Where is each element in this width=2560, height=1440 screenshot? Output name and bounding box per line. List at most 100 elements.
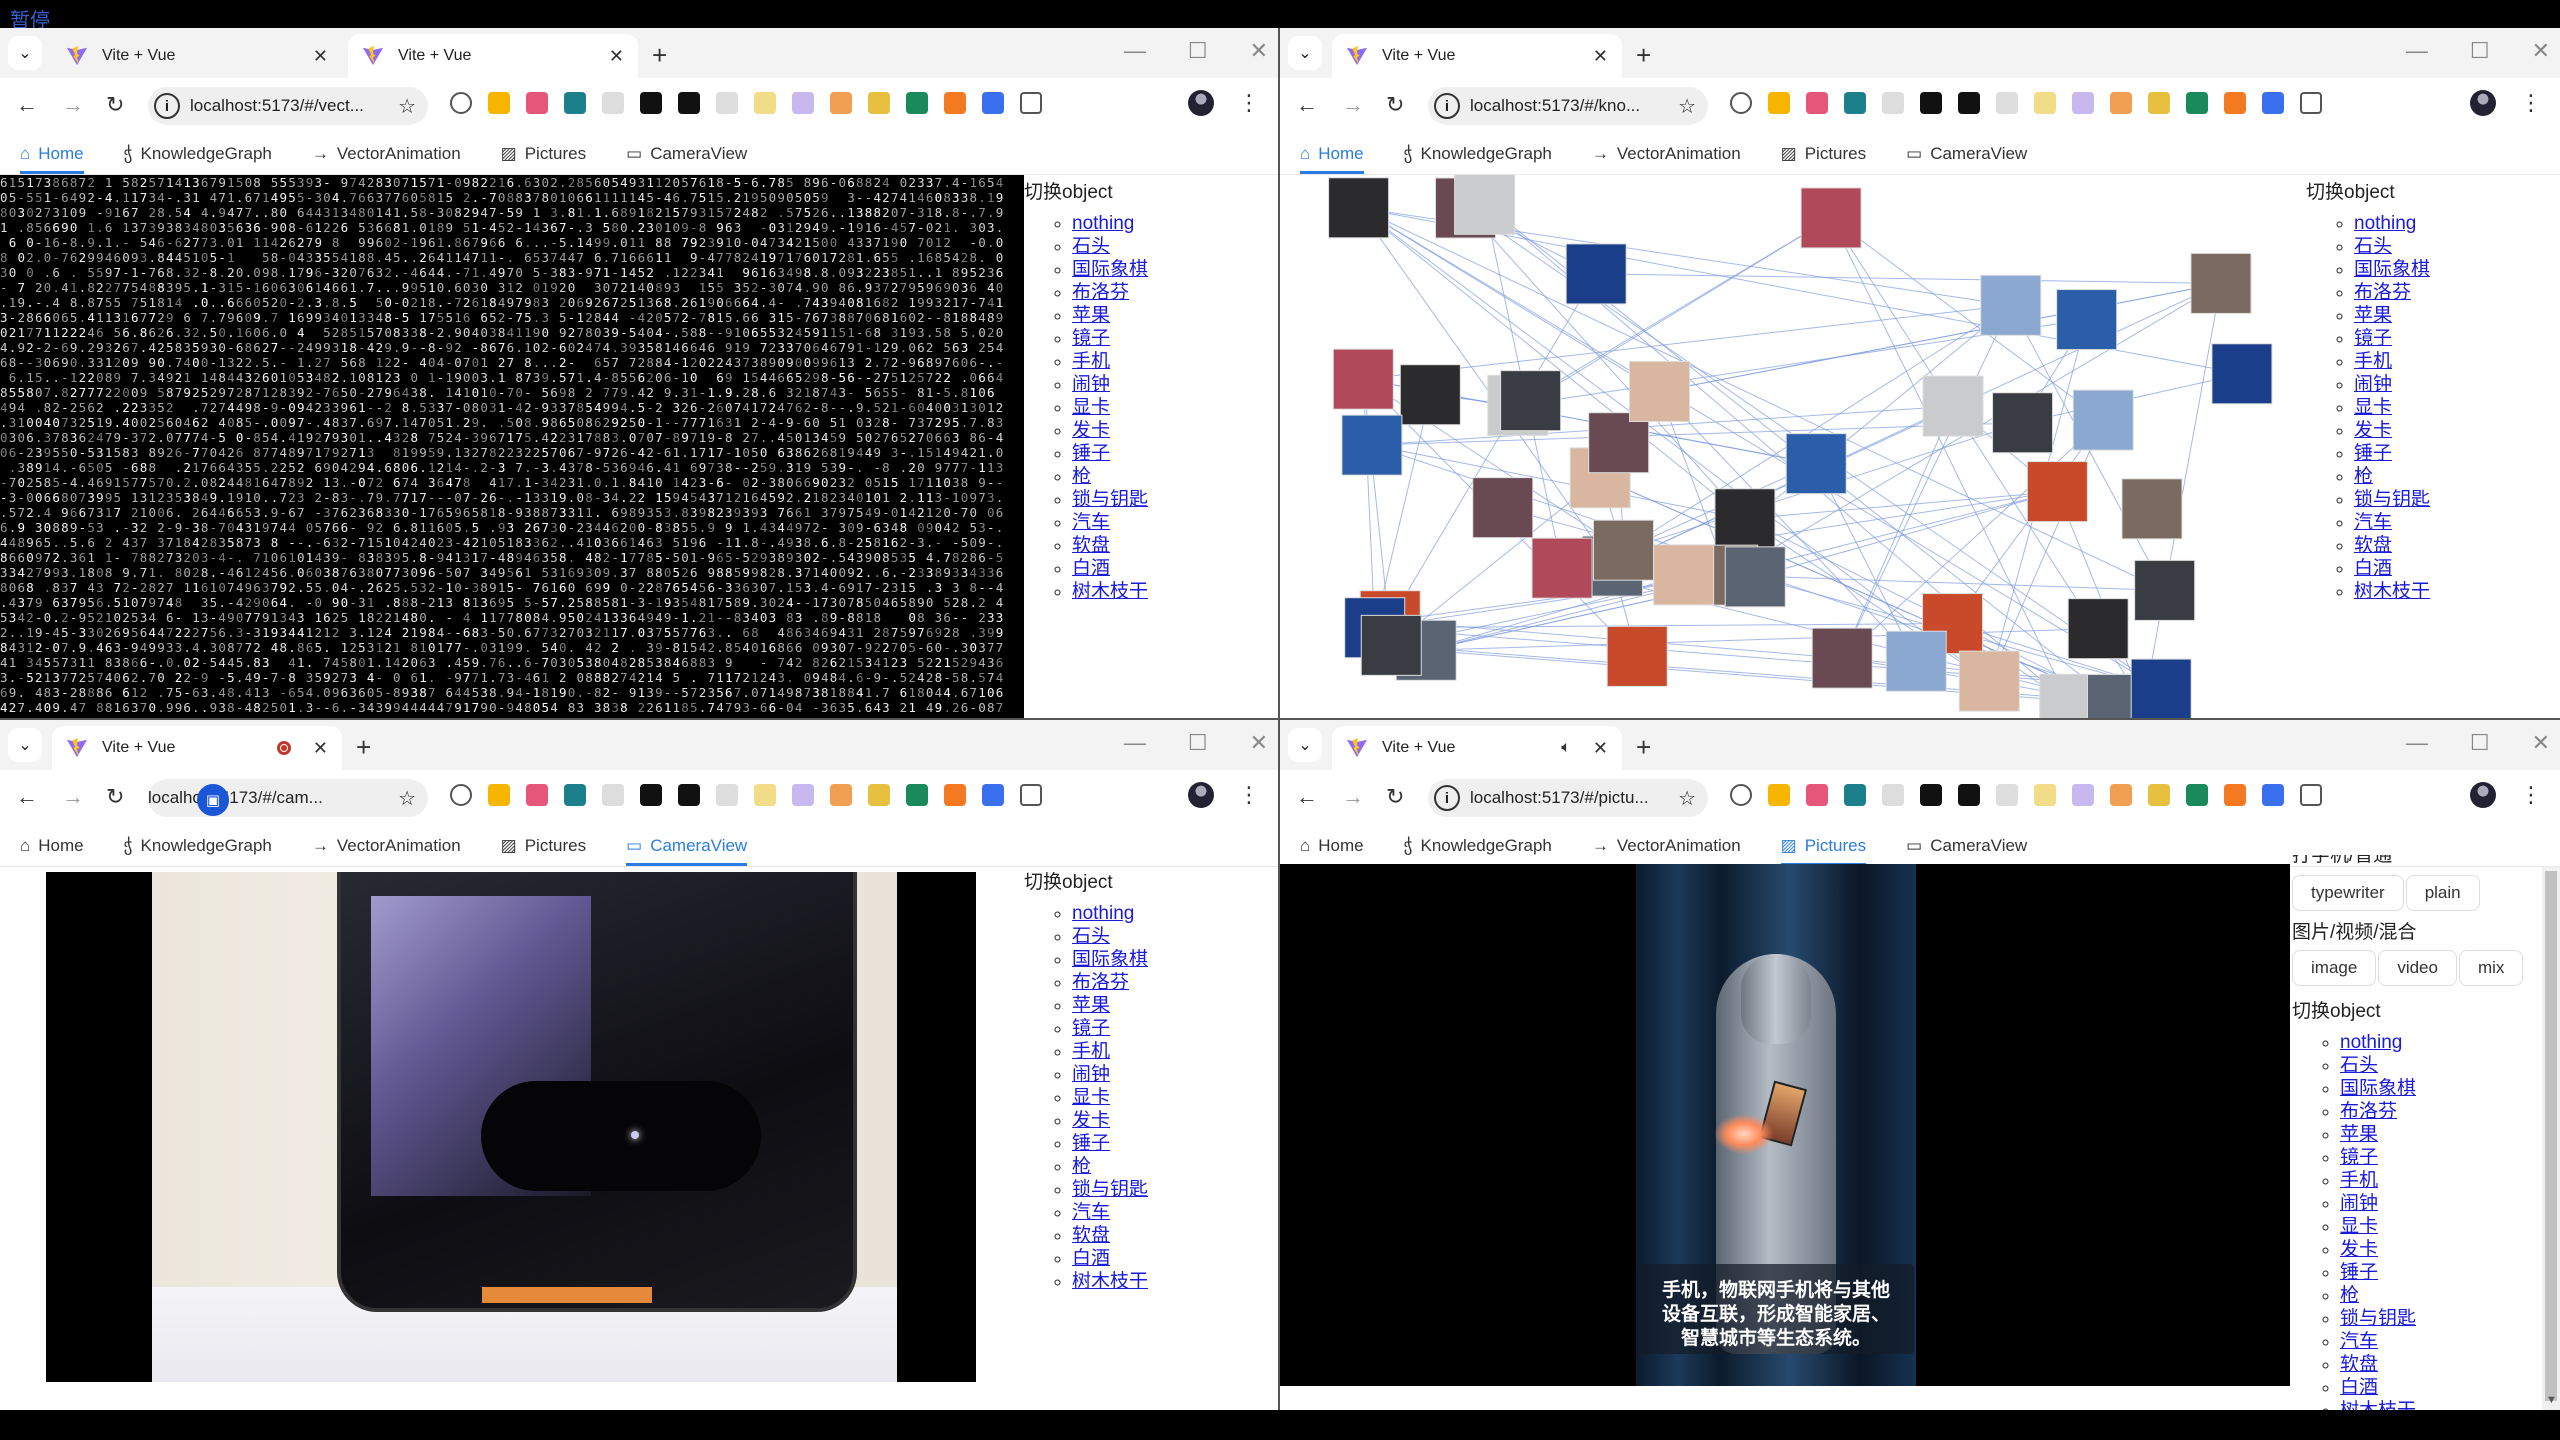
text-mode-plain-button[interactable]: plain — [2405, 875, 2480, 911]
glasses-ext-icon[interactable] — [1920, 784, 1942, 806]
reload-button[interactable]: ↻ — [1386, 92, 1404, 118]
object-link[interactable]: 石头 — [1072, 926, 1110, 947]
tab-search-button[interactable]: ⌄ — [1288, 36, 1322, 70]
site-info-icon[interactable]: i — [1434, 93, 1460, 119]
search-ext-icon[interactable] — [944, 92, 966, 114]
more-menu-icon[interactable]: ⋮ — [1238, 782, 1260, 808]
graph-node-image[interactable] — [1724, 546, 1786, 608]
nav-item-cameraview[interactable]: ▭ CameraView — [626, 134, 747, 174]
markdown-ext-icon[interactable] — [716, 784, 738, 806]
object-link[interactable]: 锤子 — [1072, 1133, 1110, 1154]
bookmark-star-icon[interactable]: ☆ — [398, 786, 416, 811]
search-ext-icon[interactable] — [944, 784, 966, 806]
nav-item-home[interactable]: ⌂ Home — [1300, 826, 1364, 866]
object-link[interactable]: 发卡 — [2340, 1239, 2378, 1260]
object-link[interactable]: 锤子 — [2354, 443, 2392, 464]
bug-ext-icon[interactable] — [564, 92, 586, 114]
tab-search-button[interactable]: ⌄ — [1288, 728, 1322, 762]
browser-tab[interactable]: Vite + Vue ✕ — [52, 726, 342, 770]
object-link[interactable]: 锁与钥匙 — [1072, 1179, 1148, 1200]
nav-item-vectoranimation[interactable]: → VectorAnimation — [312, 826, 461, 866]
puzzle-ext-icon[interactable] — [2300, 92, 2322, 114]
nav-item-cameraview[interactable]: ▭ CameraView — [1906, 134, 2027, 174]
scrollbar-thumb[interactable] — [2545, 871, 2557, 1401]
back-button[interactable]: ← — [1296, 784, 1318, 810]
object-link[interactable]: 锁与钥匙 — [2354, 489, 2430, 510]
object-link[interactable]: 软盘 — [1072, 1225, 1110, 1246]
graph-node-image[interactable] — [1800, 187, 1862, 249]
puzzle-ext-icon[interactable] — [1020, 784, 1042, 806]
bug-ext-icon[interactable] — [1844, 92, 1866, 114]
markdown-ext-icon[interactable] — [1996, 784, 2018, 806]
bulb-ext-icon[interactable] — [1768, 784, 1790, 806]
reload-button[interactable]: ↻ — [106, 92, 124, 118]
browser-tab[interactable]: Vite + Vue 🔈︎ ✕ — [1332, 726, 1622, 770]
bookmark-star-icon[interactable]: ☆ — [1678, 94, 1696, 119]
forward-button[interactable]: → — [62, 92, 84, 118]
object-link[interactable]: 闹钟 — [1072, 374, 1110, 395]
graph-node-image[interactable] — [1980, 274, 2042, 336]
nav-item-knowledgegraph[interactable]: ჭ KnowledgeGraph — [1404, 134, 1552, 174]
object-link[interactable]: 石头 — [1072, 236, 1110, 257]
close-tab-icon[interactable]: ✕ — [313, 46, 328, 67]
object-link[interactable]: 汽车 — [2340, 1331, 2378, 1352]
object-link[interactable]: 枪 — [1072, 1156, 1091, 1177]
object-link[interactable]: 汽车 — [1072, 512, 1110, 533]
minimize-icon[interactable]: — — [1124, 730, 1146, 756]
graph-node-image[interactable] — [1885, 630, 1947, 692]
nav-item-knowledgegraph[interactable]: ჭ KnowledgeGraph — [124, 134, 272, 174]
speaker-icon[interactable]: 🔈︎ — [1561, 739, 1571, 757]
doc-ext-icon[interactable] — [1882, 92, 1904, 114]
address-bar[interactable]: i localhost:5173/#/kno... ☆ — [1428, 87, 1708, 125]
camera-permission-icon[interactable]: ▣ — [197, 784, 229, 816]
select-ext-icon[interactable] — [792, 92, 814, 114]
more-menu-icon[interactable]: ⋮ — [2520, 782, 2542, 808]
graph-node-image[interactable] — [1341, 414, 1403, 476]
m-ext-icon[interactable] — [2034, 92, 2056, 114]
maximize-icon[interactable]: ☐ — [2470, 730, 2490, 756]
more-menu-icon[interactable]: ⋮ — [2520, 90, 2542, 116]
site-info-icon[interactable]: i — [1434, 785, 1460, 811]
nav-item-pictures[interactable]: ▨ Pictures — [1781, 134, 1866, 174]
graph-node-image[interactable] — [1565, 243, 1627, 305]
object-link[interactable]: 苹果 — [1072, 995, 1110, 1016]
object-link[interactable]: 显卡 — [2340, 1216, 2378, 1237]
select-ext-icon[interactable] — [792, 784, 814, 806]
object-link[interactable]: 显卡 — [1072, 397, 1110, 418]
object-link[interactable]: 布洛芬 — [1072, 282, 1129, 303]
object-link[interactable]: 显卡 — [2354, 397, 2392, 418]
object-link[interactable]: 镜子 — [1072, 1018, 1110, 1039]
object-link[interactable]: 汽车 — [1072, 1202, 1110, 1223]
graph-node-image[interactable] — [2072, 389, 2134, 451]
graph-node-image[interactable] — [1332, 348, 1394, 410]
object-link[interactable]: nothing — [2340, 1032, 2402, 1053]
forward-button[interactable]: → — [1342, 92, 1364, 118]
forward-button[interactable]: → — [1342, 784, 1364, 810]
object-link[interactable]: 软盘 — [1072, 535, 1110, 556]
arc-ext-icon[interactable] — [678, 784, 700, 806]
object-link[interactable]: 树木枝干 — [1072, 581, 1148, 602]
object-link[interactable]: 石头 — [2340, 1055, 2378, 1076]
text-mode-typewriter-button[interactable]: typewriter — [2292, 875, 2404, 911]
graph-node-image[interactable] — [1328, 177, 1390, 239]
object-link[interactable]: 发卡 — [1072, 1110, 1110, 1131]
object-link[interactable]: 锤子 — [1072, 443, 1110, 464]
minimize-icon[interactable]: — — [2406, 38, 2428, 64]
graph-node-image[interactable] — [1500, 370, 1562, 432]
object-link[interactable]: 手机 — [2340, 1170, 2378, 1191]
close-tab-icon[interactable]: ✕ — [1593, 738, 1608, 759]
green-file-ext-icon[interactable] — [2186, 92, 2208, 114]
doc-ext-icon[interactable] — [602, 784, 624, 806]
object-link[interactable]: 枪 — [2354, 466, 2373, 487]
nav-item-pictures[interactable]: ▨ Pictures — [501, 134, 586, 174]
minimize-icon[interactable]: — — [2406, 730, 2428, 756]
close-tab-icon[interactable]: ✕ — [313, 738, 328, 759]
blue-ext-icon[interactable] — [2262, 92, 2284, 114]
object-link[interactable]: nothing — [1072, 213, 1134, 234]
m-ext-icon[interactable] — [2034, 784, 2056, 806]
graph-node-image[interactable] — [1454, 175, 1516, 235]
nav-item-cameraview[interactable]: ▭ CameraView — [1906, 826, 2027, 866]
nav-item-pictures[interactable]: ▨ Pictures — [1780, 826, 1867, 866]
nav-item-home[interactable]: ⌂ Home — [20, 826, 84, 866]
close-window-icon[interactable]: ✕ — [1250, 730, 1268, 756]
